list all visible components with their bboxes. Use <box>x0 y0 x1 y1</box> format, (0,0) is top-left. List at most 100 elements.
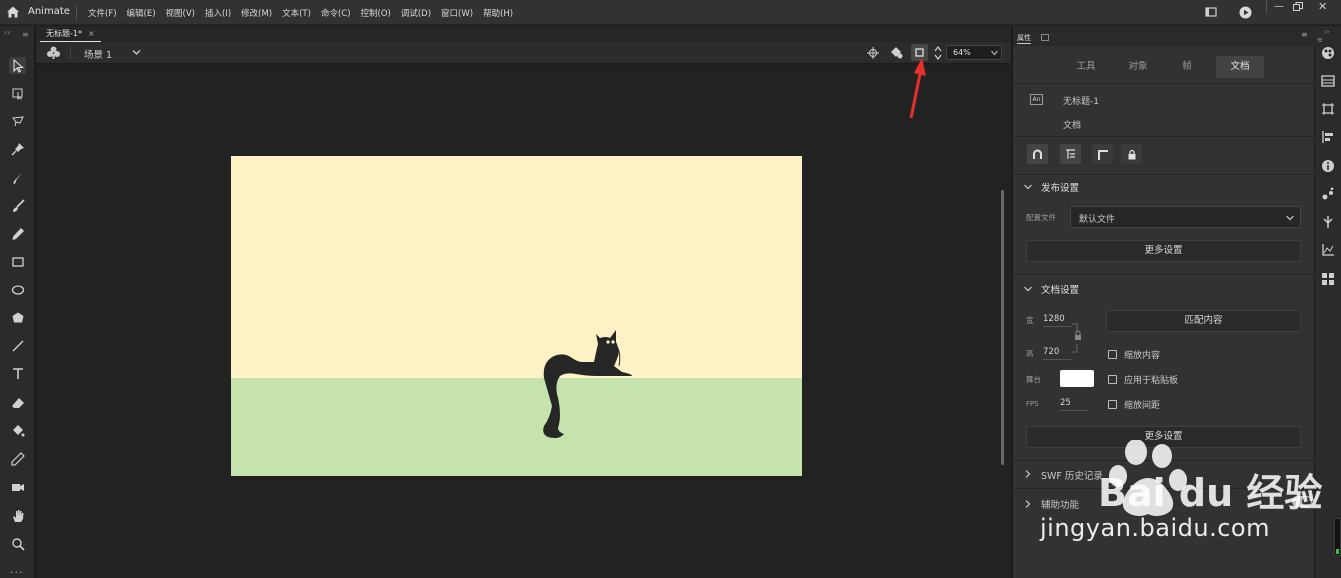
menu-commands[interactable]: 命令(C) <box>321 7 351 19</box>
transform-icon[interactable] <box>1321 102 1335 116</box>
match-contents-button[interactable]: 匹配内容 <box>1106 310 1301 332</box>
menu-debug[interactable]: 调试(D) <box>401 7 431 19</box>
menu-bar: Animate 文件(F) 编辑(E) 视图(V) 插入(I) 修改(M) 文本… <box>0 0 1341 25</box>
oval-tool-icon[interactable] <box>9 281 26 298</box>
zoom-select[interactable]: 64% <box>946 45 1002 60</box>
components-icon[interactable] <box>1321 187 1335 201</box>
vertical-scrollbar[interactable] <box>1001 190 1004 465</box>
subselection-tool-icon[interactable] <box>9 84 26 101</box>
menu-help[interactable]: 帮助(H) <box>483 7 513 19</box>
align-icon[interactable] <box>1321 130 1335 144</box>
apply-pasteboard-label: 应用于粘贴板 <box>1124 376 1179 386</box>
window-divider <box>1266 0 1267 13</box>
audio-meter-level <box>1336 549 1339 554</box>
center-stage-icon[interactable] <box>867 47 879 59</box>
edit-symbols-icon[interactable] <box>890 46 903 59</box>
stage-color-swatch[interactable] <box>1060 370 1094 387</box>
selection-tool-icon[interactable] <box>9 57 26 74</box>
height-field[interactable]: 720 <box>1043 347 1071 360</box>
stage[interactable] <box>231 156 802 476</box>
motion-presets-icon[interactable] <box>1321 215 1335 229</box>
chevron-down-icon[interactable] <box>132 49 141 56</box>
menu-file[interactable]: 文件(F) <box>88 7 117 19</box>
link-dimensions-icon[interactable] <box>1071 322 1085 354</box>
more-tools-icon[interactable]: ··· <box>10 566 24 578</box>
collapse-icon[interactable]: ‹‹ <box>4 28 10 37</box>
menu-window[interactable]: 窗口(W) <box>441 7 473 19</box>
library-tab-icon[interactable] <box>1041 33 1049 41</box>
height-label: 高 <box>1026 349 1034 358</box>
menu-modify[interactable]: 修改(M) <box>241 7 272 19</box>
panel-menu-icon[interactable]: ≡ <box>1301 30 1308 39</box>
info-icon[interactable] <box>1321 159 1335 173</box>
pin-tool-icon[interactable] <box>9 140 26 157</box>
lock-button[interactable] <box>1121 144 1142 164</box>
tab-frame[interactable]: 帧 <box>1169 56 1205 78</box>
tab-tools[interactable]: 工具 <box>1065 56 1107 78</box>
menu-edit[interactable]: 编辑(E) <box>127 7 156 19</box>
zoom-tool-icon[interactable] <box>9 535 26 552</box>
lasso-tool-icon[interactable] <box>9 112 26 129</box>
magnet-icon <box>1033 149 1042 159</box>
brush-tool-icon[interactable] <box>9 169 26 186</box>
zoom-stepper-icon[interactable] <box>934 45 942 61</box>
scale-spacing-checkbox[interactable] <box>1108 400 1117 409</box>
document-name: 无标题-1 <box>1063 97 1099 107</box>
workspace-icon[interactable] <box>1205 6 1217 18</box>
chevron-down-icon[interactable] <box>1024 286 1032 292</box>
text-tool-icon[interactable] <box>9 365 26 382</box>
close-window-icon[interactable]: ✕ <box>1318 0 1327 13</box>
eraser-tool-icon[interactable] <box>9 394 26 411</box>
panel-menu-icon[interactable]: ≡ <box>22 30 29 39</box>
document-type: 文档 <box>1063 121 1082 131</box>
panel-header: 属性 ≡ <box>1013 26 1315 46</box>
document-tab-title: 无标题-1* <box>46 29 82 38</box>
profile-select[interactable]: 默认文件 <box>1070 206 1301 228</box>
menu-insert[interactable]: 插入(I) <box>205 7 231 19</box>
hand-tool-icon[interactable] <box>9 507 26 524</box>
publish-settings-title: 发布设置 <box>1041 183 1080 194</box>
eyedropper-icon[interactable] <box>9 450 26 467</box>
menu-text[interactable]: 文本(T) <box>282 7 311 19</box>
tab-object[interactable]: 对象 <box>1117 56 1159 78</box>
line-tool-icon[interactable] <box>9 337 26 354</box>
publish-more-settings-button[interactable]: 更多设置 <box>1026 240 1301 262</box>
polystar-tool-icon[interactable] <box>9 309 26 326</box>
fps-label: FPS <box>1026 400 1039 408</box>
width-field[interactable]: 1280 <box>1043 314 1071 327</box>
test-movie-icon[interactable] <box>1239 6 1252 19</box>
apply-pasteboard-checkbox[interactable] <box>1108 375 1117 384</box>
color-icon[interactable] <box>1321 46 1335 60</box>
swatches-icon[interactable] <box>1321 74 1335 88</box>
menu-view[interactable]: 视图(V) <box>166 7 195 19</box>
motion-editor-icon[interactable] <box>1321 243 1335 257</box>
camera-tool-icon[interactable] <box>9 478 26 495</box>
scene-icon[interactable] <box>47 46 60 59</box>
close-tab-icon[interactable]: × <box>88 29 95 38</box>
minimize-icon[interactable]: — <box>1274 1 1284 12</box>
app-name: Animate <box>28 6 70 17</box>
paint-brush-icon[interactable] <box>9 197 26 214</box>
menu-control[interactable]: 控制(O) <box>361 7 391 19</box>
scale-content-checkbox[interactable] <box>1108 350 1117 359</box>
properties-tab[interactable]: 属性 <box>1017 33 1031 44</box>
paint-bucket-icon[interactable] <box>9 422 26 439</box>
expand-icon[interactable]: ›› <box>1324 28 1330 36</box>
pencil-tool-icon[interactable] <box>9 225 26 242</box>
guides-button[interactable] <box>1092 144 1113 164</box>
cat-illustration[interactable] <box>536 322 636 442</box>
chevron-down-icon[interactable] <box>1024 184 1032 190</box>
rectangle-tool-icon[interactable] <box>9 253 26 270</box>
assets-icon[interactable] <box>1321 272 1335 286</box>
scene-label[interactable]: 场景 1 <box>84 47 112 61</box>
fps-field[interactable]: 25 <box>1060 398 1088 411</box>
home-icon[interactable] <box>6 5 20 19</box>
audio-meter <box>1334 518 1341 556</box>
chevron-down-icon <box>1286 215 1294 221</box>
rulers-button[interactable] <box>1060 144 1081 164</box>
document-tab[interactable]: 无标题-1* × <box>40 26 101 42</box>
restore-icon[interactable] <box>1293 2 1303 11</box>
panel-menu-icon[interactable]: ≡ <box>1317 36 1323 44</box>
snap-button[interactable] <box>1027 144 1048 164</box>
tab-document[interactable]: 文档 <box>1216 56 1264 78</box>
